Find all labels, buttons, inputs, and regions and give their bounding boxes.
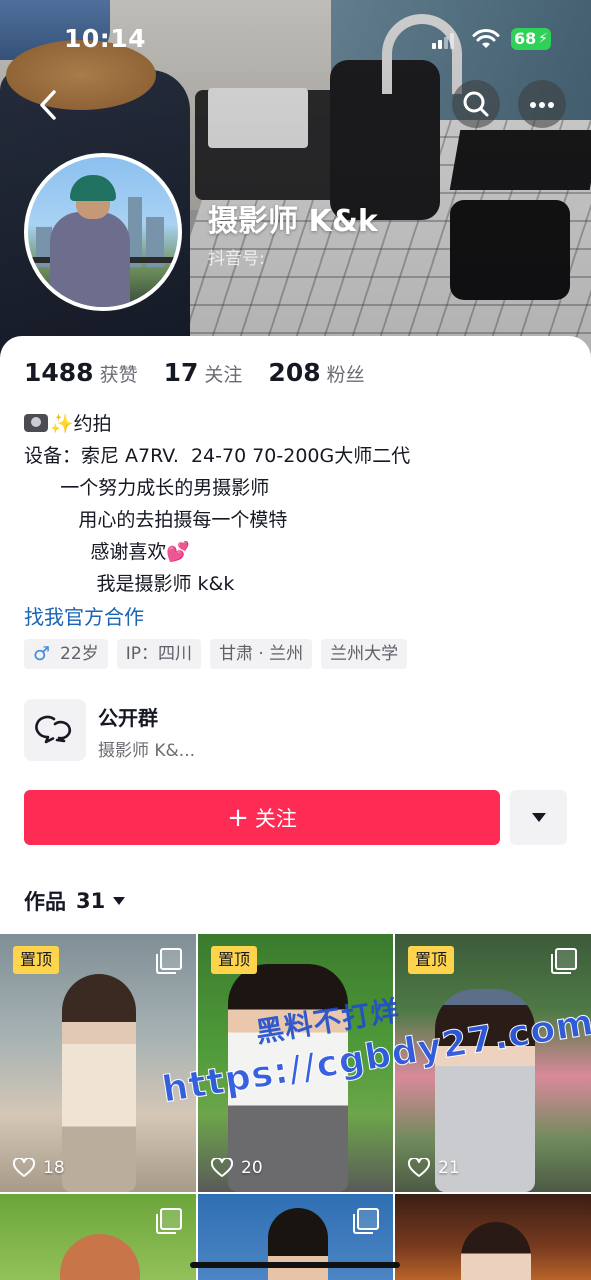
- charging-icon: ⚡: [538, 31, 548, 47]
- tag-label: 22岁: [60, 644, 99, 664]
- multi-image-icon: [551, 948, 577, 974]
- stat-followers[interactable]: 208 粉丝: [268, 358, 364, 387]
- pinned-badge: 置顶: [13, 946, 60, 974]
- works-label: 作品: [24, 890, 66, 914]
- more-icon: [530, 102, 536, 108]
- home-indicator[interactable]: [190, 1262, 400, 1268]
- stat-label: 获赞: [99, 364, 138, 386]
- group-chat-button[interactable]: [24, 699, 86, 761]
- plus-icon: +: [227, 802, 249, 833]
- official-cooperation-link[interactable]: 找我官方合作: [24, 601, 144, 630]
- status-bar: 10:14 68 ⚡: [0, 0, 591, 80]
- like-number: 18: [43, 1158, 65, 1178]
- multi-image-icon: [156, 948, 182, 974]
- bio-line: 用心的去拍摄每一个模特: [24, 509, 288, 531]
- group-subtitle: 摄影师 K&...: [98, 741, 196, 761]
- pinned-badge: 置顶: [211, 946, 258, 974]
- multi-image-icon: [156, 1208, 182, 1234]
- follow-button[interactable]: + 关注: [24, 790, 500, 845]
- battery-level: 68: [514, 29, 537, 48]
- bio-line: 一个努力成长的男摄影师: [24, 477, 270, 499]
- group-title[interactable]: 公开群: [98, 702, 158, 731]
- video-tile[interactable]: 置顶 18: [0, 934, 196, 1192]
- tab-works[interactable]: 作品 31: [24, 886, 126, 916]
- profile-bio: ✨约拍 设备：索尼 A7RV. 24-70 70-200G大师二代 一个努力成长…: [24, 408, 564, 600]
- tag-location: 甘肃 · 兰州: [209, 639, 313, 669]
- battery-indicator: 68 ⚡: [511, 28, 551, 50]
- search-button[interactable]: [452, 80, 500, 128]
- more-button[interactable]: [518, 80, 566, 128]
- heart-icon: [13, 1158, 35, 1177]
- heart-icon: [211, 1158, 233, 1177]
- profile-tags: ♂ 22岁 IP：四川 甘肃 · 兰州 兰州大学: [24, 639, 416, 669]
- video-tile[interactable]: [0, 1194, 196, 1280]
- stat-num: 208: [268, 358, 321, 387]
- recommend-dropdown-button[interactable]: [510, 790, 567, 845]
- video-tile[interactable]: 置顶 21: [395, 934, 591, 1192]
- bio-line: 设备：索尼 A7RV. 24-70 70-200G大师二代: [24, 445, 411, 467]
- multi-image-icon: [353, 1208, 379, 1234]
- profile-stats: 1488 获赞 17 关注 208 粉丝: [24, 358, 391, 392]
- works-count: 31: [76, 889, 106, 913]
- back-icon[interactable]: [26, 80, 70, 130]
- bio-line: 我是摄影师 k&k: [24, 573, 235, 595]
- profile-name: 摄影师 K&k: [208, 204, 378, 239]
- douyin-id: 抖音号:: [208, 249, 265, 269]
- like-count: 21: [408, 1158, 460, 1178]
- wifi-icon: [472, 29, 500, 48]
- group-chat-icon: [35, 715, 71, 744]
- like-number: 21: [438, 1158, 460, 1178]
- bio-line: 感谢喜欢💕: [24, 541, 191, 563]
- tag-age: ♂ 22岁: [24, 639, 108, 669]
- male-icon: ♂: [33, 643, 51, 665]
- tag-ip: IP：四川: [116, 639, 201, 669]
- pinned-badge: 置顶: [408, 946, 455, 974]
- status-time: 10:14: [64, 24, 147, 53]
- stat-num: 17: [163, 358, 199, 387]
- heart-icon: [408, 1158, 430, 1177]
- video-tile[interactable]: [395, 1194, 591, 1280]
- bio-line: ✨约拍: [50, 413, 112, 435]
- caret-down-icon: [113, 897, 126, 905]
- search-icon: [463, 91, 489, 117]
- tag-school[interactable]: 兰州大学: [321, 639, 408, 669]
- like-count: 20: [211, 1158, 263, 1178]
- stat-following[interactable]: 17 关注: [164, 358, 243, 387]
- signal-icon: [432, 33, 454, 49]
- stat-likes[interactable]: 1488 获赞: [24, 358, 138, 387]
- stat-label: 关注: [204, 364, 243, 386]
- video-tile[interactable]: 置顶 20: [198, 934, 393, 1192]
- stat-label: 粉丝: [326, 364, 365, 386]
- avatar[interactable]: [24, 153, 182, 311]
- follow-label: 关注: [254, 806, 297, 831]
- like-count: 18: [13, 1158, 65, 1178]
- like-number: 20: [241, 1158, 263, 1178]
- camera-emoji-icon: [24, 414, 48, 432]
- stat-num: 1488: [24, 358, 94, 387]
